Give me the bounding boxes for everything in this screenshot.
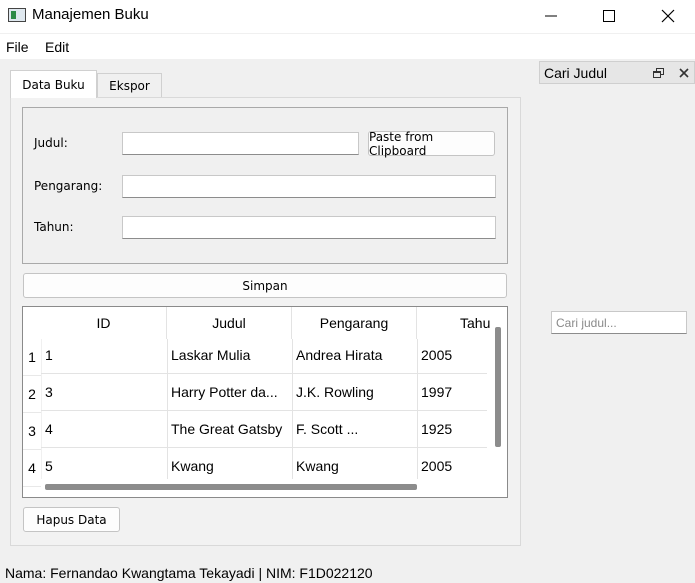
- status-bar: Nama: Fernandao Kwangtama Tekayadi | NIM…: [0, 562, 695, 583]
- window-title: Manajemen Buku: [32, 6, 149, 23]
- menu-edit[interactable]: Edit: [45, 39, 69, 55]
- paste-from-clipboard-button[interactable]: Paste from Clipboard: [368, 130, 495, 158]
- tab-data-buku[interactable]: Data Buku: [10, 70, 97, 98]
- search-dock: Cari Judul: [539, 61, 695, 541]
- status-text: Nama: Fernandao Kwangtama Tekayadi | NIM…: [5, 565, 373, 581]
- form-group: Judul: Paste from Clipboard Pengarang: T…: [22, 107, 508, 264]
- table-cell[interactable]: Harry Potter da...: [171, 384, 289, 400]
- dock-title-bar: Cari Judul: [539, 61, 695, 84]
- pengarang-label: Pengarang:: [34, 179, 103, 193]
- pengarang-input[interactable]: [122, 175, 496, 198]
- search-input[interactable]: [551, 311, 687, 334]
- close-icon: [661, 9, 675, 23]
- row-header[interactable]: 3: [23, 413, 41, 450]
- table-cell[interactable]: 1: [45, 347, 163, 363]
- minimize-button[interactable]: [528, 0, 574, 32]
- table-cell[interactable]: The Great Gatsby: [171, 421, 289, 437]
- simpan-button[interactable]: Simpan: [23, 273, 507, 298]
- column-header-judul[interactable]: Judul: [167, 307, 292, 339]
- table-cell[interactable]: 2005: [421, 347, 491, 363]
- table-cell[interactable]: 5: [45, 458, 163, 474]
- table-cell[interactable]: 1997: [421, 384, 491, 400]
- table-cell[interactable]: F. Scott ...: [296, 421, 414, 437]
- row-header[interactable]: 1: [23, 339, 41, 376]
- table-cell[interactable]: Kwang: [296, 458, 414, 474]
- table-cell[interactable]: Laskar Mulia: [171, 347, 289, 363]
- maximize-button[interactable]: [586, 0, 632, 32]
- table-cell[interactable]: 3: [45, 384, 163, 400]
- tahun-input[interactable]: [122, 216, 496, 239]
- row-header[interactable]: 4: [23, 450, 41, 487]
- table-cell[interactable]: 1925: [421, 421, 491, 437]
- title-bar: Manajemen Buku: [0, 0, 695, 33]
- judul-label: Judul:: [34, 136, 68, 150]
- row-header[interactable]: 2: [23, 376, 41, 413]
- table-cell[interactable]: Kwang: [171, 458, 289, 474]
- app-icon: [8, 8, 26, 22]
- maximize-icon: [603, 10, 615, 22]
- judul-input[interactable]: [122, 132, 359, 155]
- table-cell[interactable]: 4: [45, 421, 163, 437]
- close-button[interactable]: [645, 0, 691, 32]
- table-cell[interactable]: Andrea Hirata: [296, 347, 414, 363]
- menu-bar: File Edit: [0, 34, 695, 59]
- float-icon: [652, 68, 664, 78]
- dock-float-button[interactable]: [650, 65, 666, 81]
- horizontal-scrollbar[interactable]: [45, 484, 417, 490]
- dock-title: Cari Judul: [544, 65, 608, 81]
- minimize-icon: [545, 15, 557, 17]
- close-icon: [679, 68, 689, 78]
- menu-file[interactable]: File: [6, 39, 29, 55]
- dock-close-button[interactable]: [676, 65, 692, 81]
- tahun-label: Tahun:: [34, 220, 74, 234]
- column-header-id[interactable]: ID: [41, 307, 167, 339]
- vertical-scrollbar[interactable]: [495, 327, 501, 447]
- book-table: ID Judul Pengarang Tahu 1 2 3 4 1 Laskar…: [22, 306, 508, 498]
- tab-ekspor[interactable]: Ekspor: [97, 73, 162, 98]
- table-cell[interactable]: J.K. Rowling: [296, 384, 414, 400]
- column-header-pengarang[interactable]: Pengarang: [292, 307, 417, 339]
- table-cell[interactable]: 2005: [421, 458, 491, 474]
- hapus-data-button[interactable]: Hapus Data: [23, 507, 120, 532]
